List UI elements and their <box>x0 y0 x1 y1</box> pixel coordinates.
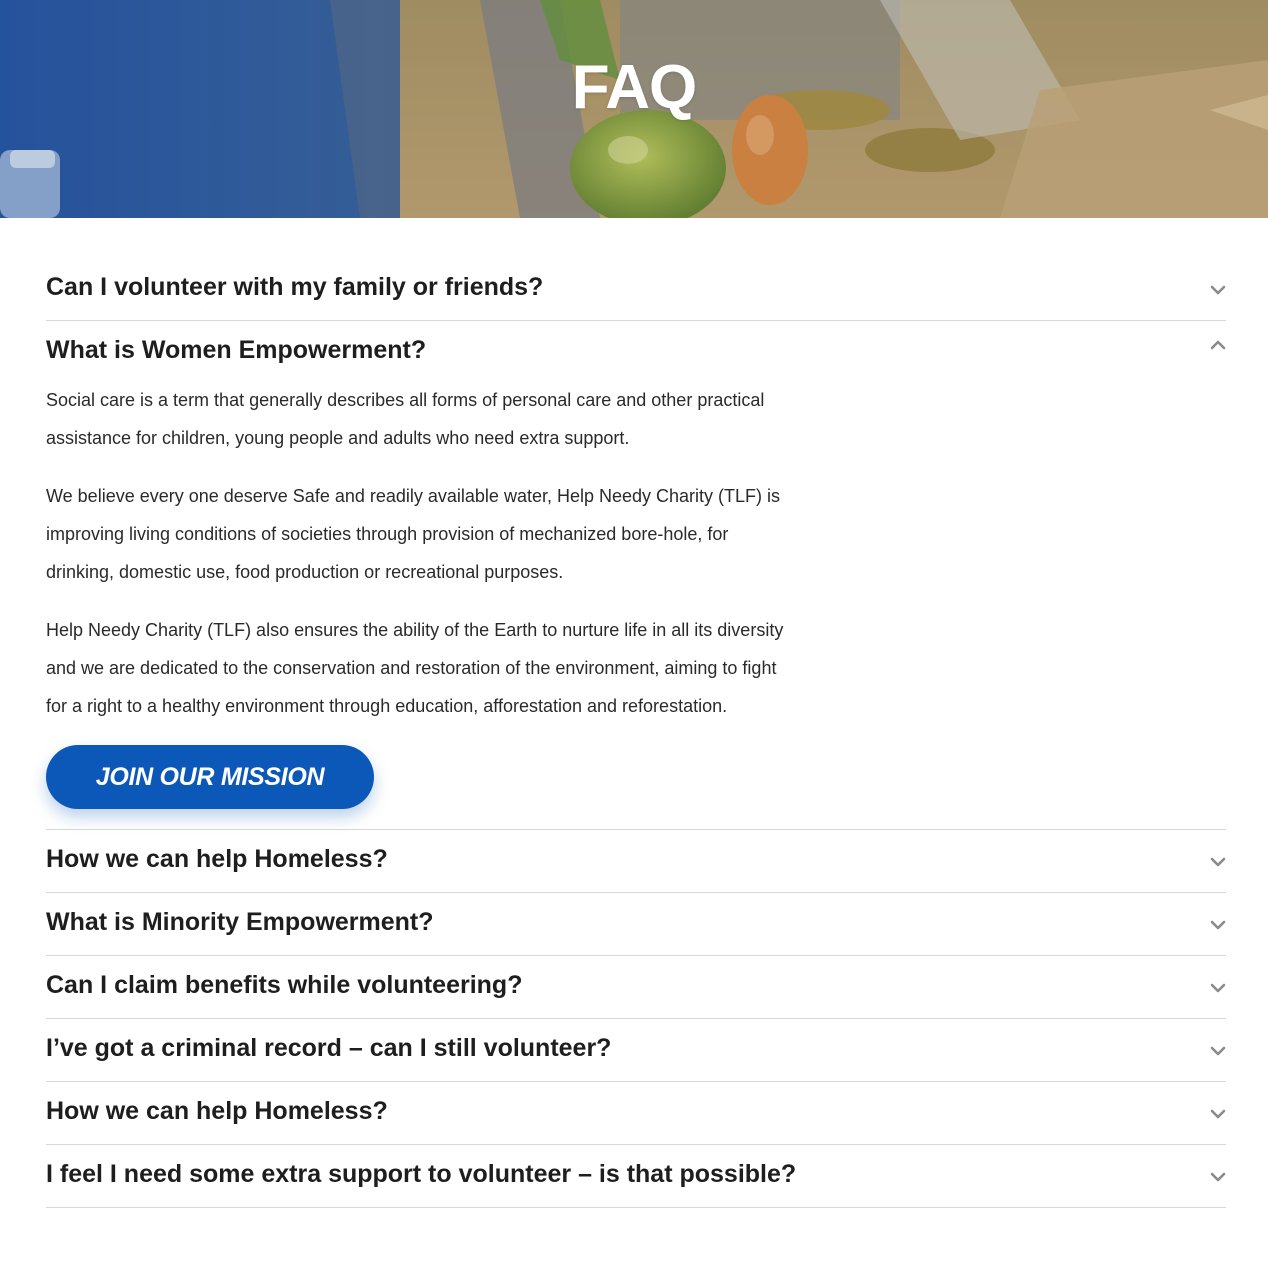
chevron-down-icon <box>1210 857 1226 867</box>
faq-question-toggle[interactable]: Can I volunteer with my family or friend… <box>46 258 1226 320</box>
faq-accordion: Can I volunteer with my family or friend… <box>46 258 1226 1208</box>
chevron-down-icon <box>1210 920 1226 930</box>
faq-question-toggle[interactable]: How we can help Homeless? <box>46 1082 1226 1144</box>
faq-item: How we can help Homeless? <box>46 830 1226 893</box>
faq-item-expanded: What is Women Empowerment? Social care i… <box>46 321 1226 830</box>
chevron-up-icon <box>1210 340 1226 350</box>
faq-answer: Social care is a term that generally des… <box>46 381 1226 829</box>
faq-question: How we can help Homeless? <box>46 1097 388 1125</box>
hero-banner: FAQ <box>0 0 1268 218</box>
faq-question: What is Minority Empowerment? <box>46 908 434 936</box>
faq-question-toggle[interactable]: Can I claim benefits while volunteering? <box>46 956 1226 1018</box>
faq-answer-paragraph: We believe every one deserve Safe and re… <box>46 486 781 582</box>
chevron-down-icon <box>1210 1109 1226 1119</box>
faq-item: How we can help Homeless? <box>46 1082 1226 1145</box>
faq-question-toggle[interactable]: How we can help Homeless? <box>46 830 1226 892</box>
faq-question: I’ve got a criminal record – can I still… <box>46 1034 612 1062</box>
faq-item: I feel I need some extra support to volu… <box>46 1145 1226 1208</box>
faq-question-toggle[interactable]: What is Women Empowerment? <box>46 321 1226 381</box>
faq-question: I feel I need some extra support to volu… <box>46 1160 797 1188</box>
faq-question-toggle[interactable]: What is Minority Empowerment? <box>46 893 1226 955</box>
page-title: FAQ <box>571 53 697 122</box>
faq-item: I’ve got a criminal record – can I still… <box>46 1019 1226 1082</box>
faq-item: Can I volunteer with my family or friend… <box>46 258 1226 321</box>
faq-item: What is Minority Empowerment? <box>46 893 1226 956</box>
chevron-down-icon <box>1210 983 1226 993</box>
faq-item: Can I claim benefits while volunteering? <box>46 956 1226 1019</box>
faq-question-toggle[interactable]: I feel I need some extra support to volu… <box>46 1145 1226 1207</box>
faq-question: Can I claim benefits while volunteering? <box>46 971 523 999</box>
chevron-down-icon <box>1210 285 1226 295</box>
faq-question: How we can help Homeless? <box>46 845 388 873</box>
faq-question-toggle[interactable]: I’ve got a criminal record – can I still… <box>46 1019 1226 1081</box>
chevron-down-icon <box>1210 1046 1226 1056</box>
join-our-mission-button[interactable]: JOIN OUR MISSION <box>46 745 374 809</box>
faq-answer-paragraph: Help Needy Charity (TLF) also ensures th… <box>46 620 784 716</box>
faq-question: What is Women Empowerment? <box>46 336 427 364</box>
faq-question: Can I volunteer with my family or friend… <box>46 273 544 301</box>
faq-answer-paragraph: Social care is a term that generally des… <box>46 390 765 448</box>
chevron-down-icon <box>1210 1172 1226 1182</box>
